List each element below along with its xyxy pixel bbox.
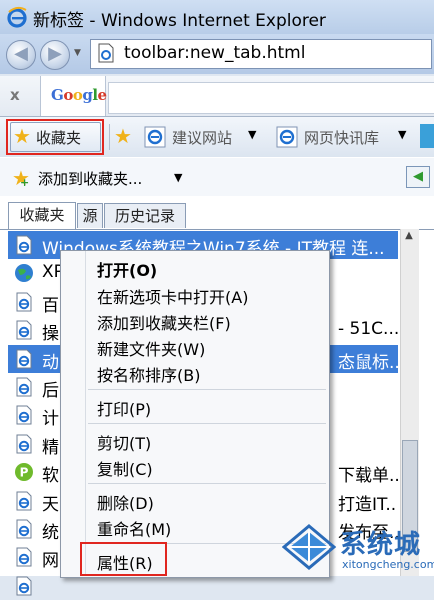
suggested-dropdown-icon[interactable]: ▼ (248, 128, 256, 141)
forward-arrow-icon: ▶ (48, 43, 62, 64)
watermark-text: 系统城 (340, 530, 422, 560)
ie-page-icon (16, 434, 32, 454)
ie-page-icon (144, 126, 166, 148)
star-icon: ★ (13, 124, 31, 148)
list-item-label: 天 (42, 494, 59, 515)
overflow-icon[interactable] (420, 124, 434, 148)
tab-favorites[interactable]: 收藏夹 (8, 202, 76, 229)
ie-page-icon (16, 377, 32, 397)
list-item-label: 百 (42, 295, 59, 316)
google-search-input[interactable] (108, 82, 434, 114)
ie-page-icon (16, 491, 32, 511)
ie-logo-icon (7, 6, 27, 28)
watermark-url: xitongcheng.com (342, 558, 434, 571)
menu-icon-column (85, 251, 86, 576)
add-favorites-dropdown-icon[interactable]: ▼ (174, 171, 182, 184)
plus-icon: + (20, 176, 30, 189)
favorites-label[interactable]: 收藏夹 (36, 127, 81, 148)
menu-item-delete[interactable]: 删除(D) (97, 490, 154, 514)
back-button[interactable]: ◀ (6, 40, 36, 70)
list-item-label: 统 (42, 523, 59, 543)
menu-item-sort-by-name[interactable]: 按名称排序(B) (97, 362, 200, 386)
suggested-sites-link[interactable]: 建议网站 (172, 127, 232, 148)
pin-panel-icon[interactable]: ◀ (406, 166, 430, 188)
add-star-icon[interactable]: ★ (114, 124, 132, 148)
close-toolbar-icon[interactable]: x (10, 86, 20, 104)
menu-item-copy[interactable]: 复制(C) (97, 456, 153, 480)
menu-item-cut[interactable]: 剪切(T) (97, 430, 151, 454)
scroll-up-icon[interactable]: ▲ (401, 230, 417, 246)
menu-item-add-to-favorites-bar[interactable]: 添加到收藏夹栏(F) (97, 310, 231, 334)
webslice-dropdown-icon[interactable]: ▼ (398, 128, 406, 141)
menu-separator (88, 389, 326, 390)
list-item-label: 网 (42, 551, 59, 572)
list-item-label: 操 (42, 324, 59, 345)
list-item-label-tail: 态鼠标... (338, 352, 398, 373)
globe-icon (15, 264, 33, 283)
ie-page-icon (16, 519, 32, 539)
forward-button[interactable]: ▶ (40, 40, 70, 70)
tab-feeds[interactable]: 源 (77, 203, 103, 228)
list-item-label-tail: 打造IT... (338, 494, 398, 515)
menu-item-open[interactable]: 打开(O) (97, 257, 157, 281)
ie-page-icon (16, 292, 32, 312)
ie-page-icon (16, 405, 32, 425)
list-item-label: 计 (42, 409, 59, 430)
address-text[interactable]: toolbar:new_tab.html (124, 43, 305, 63)
menu-item-new-folder[interactable]: 新建文件夹(W) (97, 336, 205, 360)
list-item-label: 后 (42, 381, 59, 401)
tab-history[interactable]: 历史记录 (104, 203, 186, 228)
list-item-label: 动 (42, 352, 59, 373)
menu-item-rename[interactable]: 重命名(M) (97, 516, 171, 540)
menu-item-print[interactable]: 打印(P) (97, 396, 151, 420)
history-dropdown-icon[interactable]: ▼ (74, 48, 81, 58)
list-item-label-tail: - 51C... (338, 319, 398, 340)
add-to-favorites-button[interactable]: 添加到收藏夹... (38, 168, 142, 189)
ie-page-icon (16, 576, 32, 596)
ie-page-icon (16, 349, 32, 369)
favbar-separator (109, 124, 110, 150)
svg-text:P: P (20, 466, 29, 480)
properties-highlight (80, 542, 167, 576)
back-arrow-icon: ◀ (14, 43, 28, 64)
page-icon (98, 43, 114, 63)
ie-page-icon (16, 547, 32, 567)
menu-separator (88, 423, 326, 424)
web-slice-gallery-link[interactable]: 网页快讯库 (304, 127, 379, 148)
green-p-icon: P (15, 463, 33, 482)
watermark-logo-icon (282, 524, 336, 570)
menu-item-open-new-tab[interactable]: 在新选项卡中打开(A) (97, 284, 248, 308)
ie-page-icon (16, 320, 32, 340)
ie-page-icon (276, 126, 298, 148)
list-item-label: 软 (42, 466, 59, 487)
list-item-label: 精 (42, 437, 59, 458)
list-item-label-tail: 下载单... (338, 466, 398, 487)
menu-separator (88, 483, 326, 484)
window-title: 新标签 - Windows Internet Explorer (33, 11, 326, 31)
google-logo: Google (51, 86, 107, 104)
ie-page-icon (16, 235, 32, 255)
